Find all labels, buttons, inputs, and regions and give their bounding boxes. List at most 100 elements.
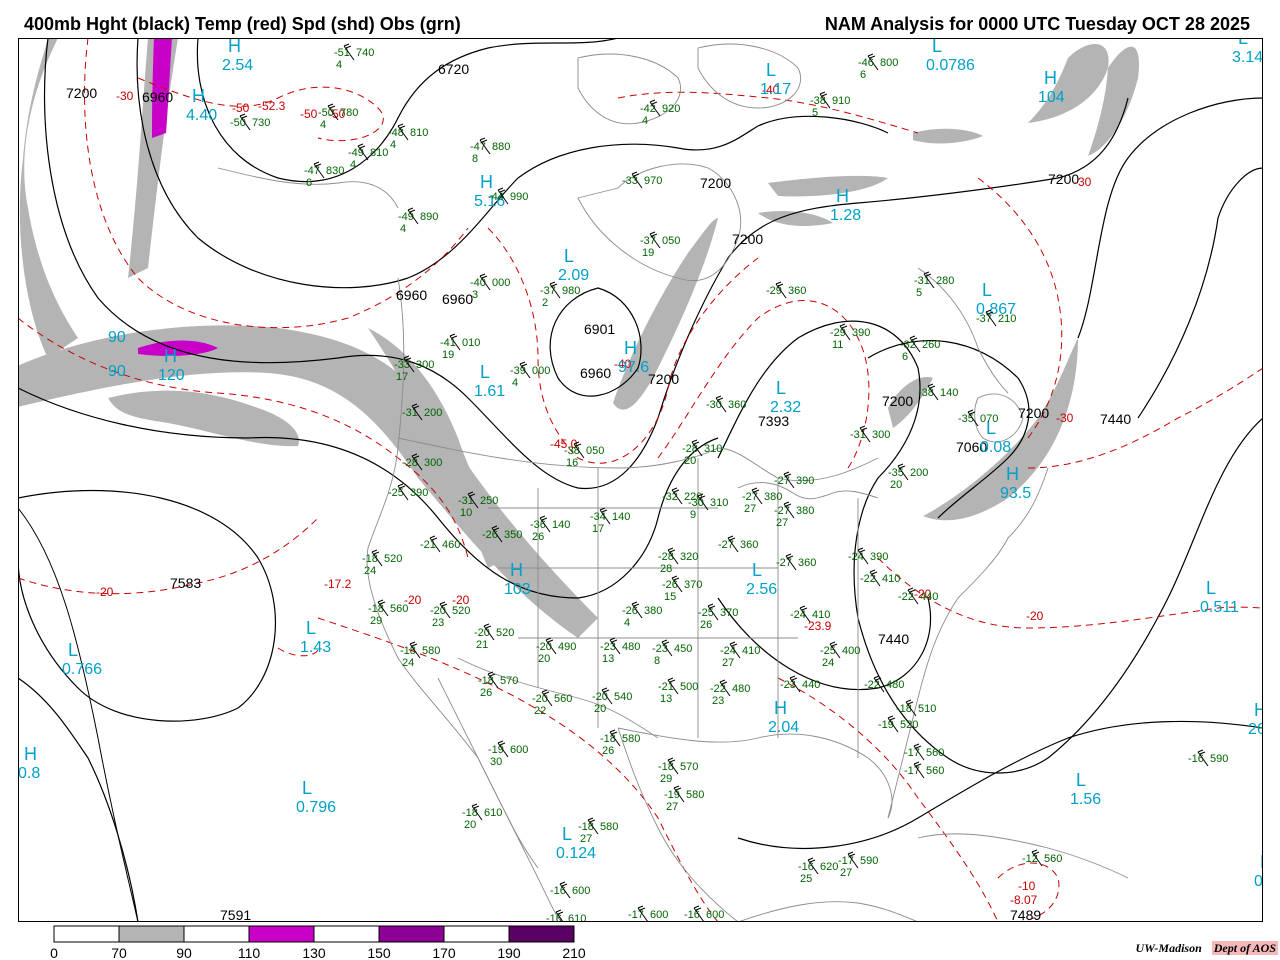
obs-temperature: -20 <box>536 641 552 653</box>
obs-dewpoint: 17 <box>396 371 408 383</box>
obs-dewpoint: 27 <box>580 833 592 845</box>
obs-dewpoint: 8 <box>472 153 478 165</box>
legend-swatch <box>53 925 120 943</box>
legend-tick-label: 70 <box>111 945 127 960</box>
speed-center-letter: L <box>302 778 312 798</box>
obs-height: 520 <box>452 605 470 617</box>
speed-center-letter: L <box>932 38 942 56</box>
speed-center-value: 2.32 <box>770 399 801 416</box>
obs-height: 580 <box>622 733 640 745</box>
obs-temperature: -42 <box>640 103 656 115</box>
obs-temperature: -20 <box>592 691 608 703</box>
obs-temperature: -21 <box>658 681 674 693</box>
obs-temperature: -18 <box>578 821 594 833</box>
speed-center-value: 0.124 <box>556 845 596 862</box>
obs-height: 560 <box>554 693 572 705</box>
speed-center-letter: L <box>68 640 78 660</box>
obs-height: 390 <box>870 551 888 563</box>
obs-height: 410 <box>812 609 830 621</box>
obs-dewpoint: 4 <box>400 223 406 235</box>
temperature-label: -23.9 <box>804 619 832 633</box>
obs-dewpoint: 4 <box>350 159 356 171</box>
obs-temperature: -34 <box>590 511 606 523</box>
obs-dewpoint: 26 <box>480 687 492 699</box>
obs-height: 000 <box>532 365 550 377</box>
speed-center-letter: H <box>164 346 177 366</box>
obs-temperature: -47 <box>304 165 320 177</box>
obs-temperature: -19 <box>488 744 504 756</box>
obs-dewpoint: 22 <box>534 705 546 717</box>
obs-dewpoint: 8 <box>654 655 660 667</box>
obs-temperature: -38 <box>564 445 580 457</box>
obs-height: 970 <box>644 175 662 187</box>
obs-dewpoint: 23 <box>432 617 444 629</box>
obs-temperature: -23 <box>600 641 616 653</box>
weather-map: 7200 696067206960690169607200720072007393… <box>18 38 1263 922</box>
speed-center-value: 0.511 <box>1200 599 1239 616</box>
obs-height: 300 <box>424 457 442 469</box>
obs-dewpoint: 11 <box>832 339 843 351</box>
obs-temperature: -30 <box>688 497 704 509</box>
obs-temperature: -29 <box>766 285 782 297</box>
obs-height: 390 <box>796 475 814 487</box>
obs-height: 800 <box>880 57 898 69</box>
obs-temperature: -27 <box>776 557 792 569</box>
obs-temperature: -49 <box>398 211 414 223</box>
obs-temperature: -26 <box>622 605 638 617</box>
speed-center-value: 0.796 <box>296 799 336 816</box>
obs-height: 570 <box>500 675 518 687</box>
obs-dewpoint: 25 <box>800 873 812 885</box>
speed-center-value: 0.08 <box>980 439 1011 456</box>
obs-temperature: -50 <box>230 117 246 129</box>
obs-dewpoint: 29 <box>660 773 672 785</box>
speed-center-value: 4.40 <box>186 107 217 124</box>
speed-center-value: 1.61 <box>474 383 505 400</box>
height-label: 6720 <box>438 61 469 77</box>
speed-center-value: 3.14 <box>1232 49 1263 66</box>
temperature-label: -30 <box>1056 411 1074 425</box>
speed-center-value: 93.5 <box>1000 485 1031 502</box>
obs-temperature: -35 <box>888 467 904 479</box>
obs-height: 570 <box>680 761 698 773</box>
obs-temperature: -46 <box>858 57 874 69</box>
obs-dewpoint: 6 <box>306 177 312 189</box>
obs-temperature: -18 <box>368 603 384 615</box>
obs-height: 510 <box>918 703 936 715</box>
obs-height: 360 <box>740 539 758 551</box>
obs-temperature: -26 <box>482 529 498 541</box>
credit-line: UW-Madison Dept of AOS <box>1136 941 1278 956</box>
height-label: 7200 <box>882 393 913 409</box>
speed-center-letter: L <box>776 378 786 398</box>
temperature-label: -50 <box>300 107 318 121</box>
obs-height: 400 <box>842 645 860 657</box>
speed-center-value: 2.54 <box>222 57 253 74</box>
obs-temperature: -18 <box>400 645 416 657</box>
speed-label: 90 <box>108 329 126 346</box>
temperature-label: -30 <box>116 89 134 103</box>
obs-temperature: -16 <box>798 861 814 873</box>
obs-height: 410 <box>742 645 760 657</box>
obs-temperature: -51 <box>334 47 350 59</box>
obs-temperature: -12 <box>1022 853 1038 865</box>
speed-center-value: 0.0786 <box>926 57 975 74</box>
obs-height: 520 <box>900 719 918 731</box>
obs-height: 580 <box>422 645 440 657</box>
obs-dewpoint: 13 <box>602 653 614 665</box>
obs-height: 200 <box>424 407 442 419</box>
obs-temperature: -17 <box>904 765 920 777</box>
obs-dewpoint: 27 <box>776 517 788 529</box>
legend-tick-label: 150 <box>367 945 391 960</box>
obs-temperature: -28 <box>402 457 418 469</box>
obs-height: 070 <box>980 413 998 425</box>
obs-height: 600 <box>510 744 528 756</box>
obs-dewpoint: 26 <box>602 745 614 757</box>
obs-height: 480 <box>732 683 750 695</box>
obs-height: 440 <box>802 679 820 691</box>
obs-dewpoint: 29 <box>370 615 382 627</box>
obs-temperature: -23 <box>780 679 796 691</box>
obs-temperature: -19 <box>878 719 894 731</box>
speed-center-value: 97.6 <box>618 359 649 376</box>
obs-height: 360 <box>728 399 746 411</box>
obs-temperature: -35 <box>958 413 974 425</box>
obs-dewpoint: 20 <box>538 653 550 665</box>
